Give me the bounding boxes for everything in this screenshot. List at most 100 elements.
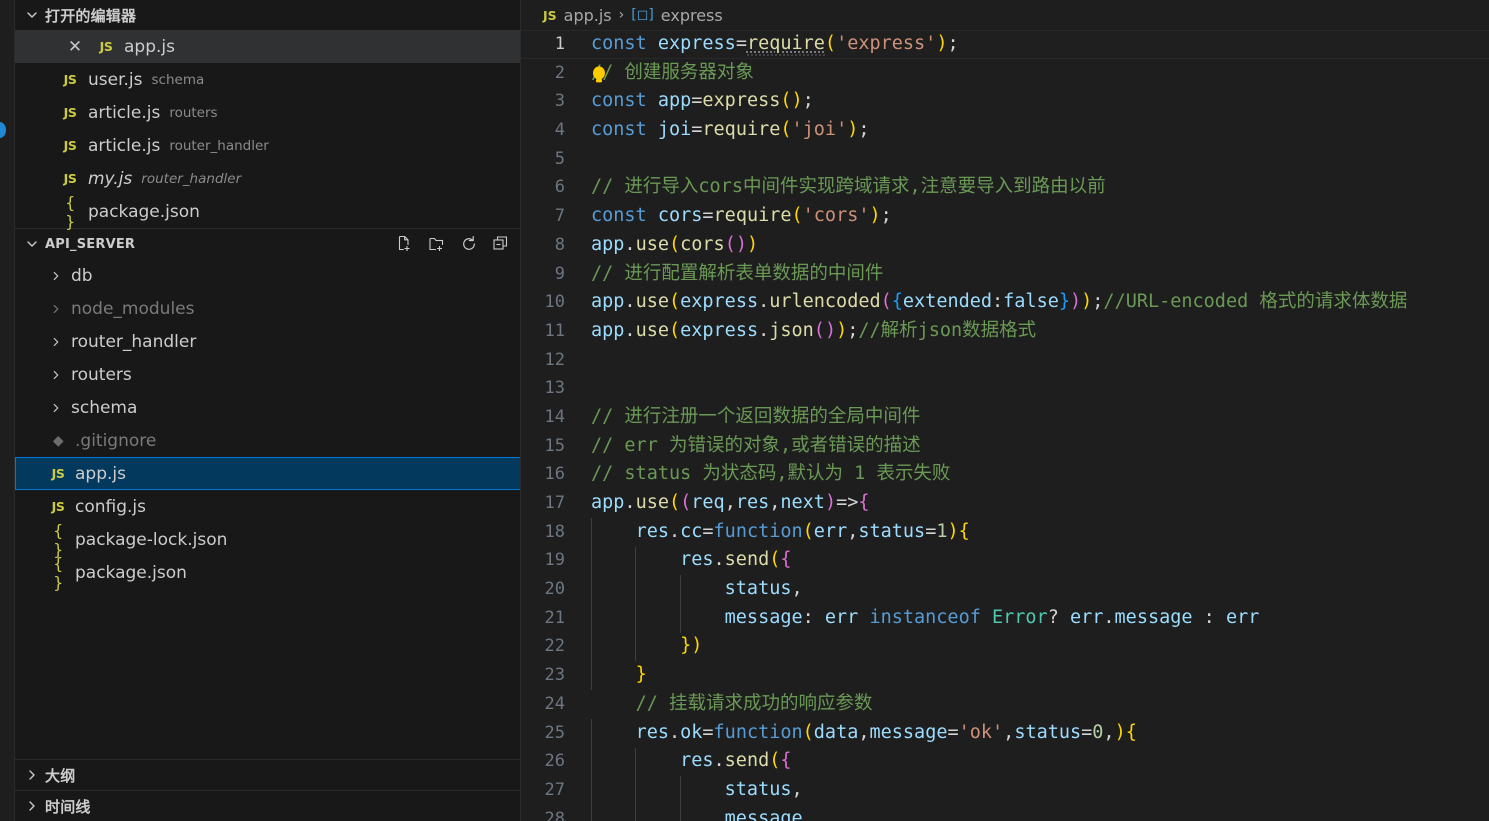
code-line[interactable]: 8 app.use(cors()) — [521, 231, 1489, 260]
section-时间线[interactable]: 时间线 — [15, 791, 520, 821]
code-line[interactable]: 15 // err 为错误的对象,或者错误的描述 — [521, 432, 1489, 461]
line-content: const express=require('express'); — [591, 33, 959, 56]
js-file-icon: JS — [543, 7, 557, 23]
line-number: 10 — [544, 292, 565, 313]
code-line[interactable]: 19 res.send({ — [521, 546, 1489, 575]
open-editor-item[interactable]: JS article.js router_handler — [15, 129, 520, 162]
new-file-icon[interactable] — [396, 235, 414, 253]
code-line[interactable]: 3 const app=express(); — [521, 87, 1489, 116]
line-number: 17 — [544, 493, 565, 513]
code-line[interactable]: 18 res.cc=function(err,status=1){ — [521, 518, 1489, 547]
line-number: 5 — [554, 148, 565, 169]
sidebar: 打开的编辑器 ✕ JS app.js JS user.js schema JS article… — [14, 0, 521, 821]
open-editor-item[interactable]: JS my.js router_handler — [15, 162, 520, 195]
code-line[interactable]: 12 — [521, 346, 1489, 375]
tree-item-package-lock-json[interactable]: { } package-lock.json — [15, 521, 520, 559]
code-line[interactable]: 13 — [521, 374, 1489, 403]
activity-bar[interactable] — [0, 0, 14, 821]
line-content: // 进行导入cors中间件实现跨域请求,注意要导入到路由以前 — [591, 176, 1106, 198]
chevron-right-icon[interactable] — [47, 269, 65, 283]
code-line[interactable]: 21 message: err instanceof Error? err.me… — [521, 604, 1489, 633]
tree-item-app-js[interactable]: JS app.js — [15, 457, 520, 490]
open-editors-title: 打开的编辑器 — [45, 6, 137, 25]
code-line[interactable]: 14 // 进行注册一个返回数据的全局中间件 — [521, 403, 1489, 432]
open-editor-name: my.js — [88, 168, 133, 189]
chevron-down-icon[interactable] — [23, 235, 41, 253]
code-line[interactable]: 10 app.use(express.urlencoded({extended:f… — [521, 288, 1489, 317]
code-line[interactable]: 22 }) — [521, 632, 1489, 661]
code-line[interactable]: 4 const joi=require('joi'); — [521, 116, 1489, 145]
section-大纲[interactable]: 大纲 — [15, 760, 520, 790]
explorer-actions — [396, 229, 510, 259]
tree-item-label: router_handler — [71, 331, 197, 352]
tree-item-label: app.js — [75, 463, 126, 484]
open-editor-item[interactable]: { } package.json — [15, 193, 520, 231]
tree-item-label: package-lock.json — [75, 529, 228, 550]
indent-guide — [679, 575, 681, 633]
chevron-right-icon[interactable] — [23, 766, 41, 784]
breadcrumb-file[interactable]: app.js — [564, 6, 612, 25]
open-editor-item[interactable]: JS article.js routers — [15, 96, 520, 129]
open-editor-item[interactable]: JS user.js schema — [15, 63, 520, 96]
code-line[interactable]: 27 status, — [521, 776, 1489, 805]
tree-item-label: routers — [71, 364, 132, 385]
sidebar-bottom-sections: 大纲 时间线 — [15, 759, 520, 821]
chevron-right-icon[interactable] — [47, 401, 65, 415]
line-content: // 创建服务器对象 — [591, 61, 754, 83]
tree-item-routers[interactable]: routers — [15, 358, 520, 391]
new-folder-icon[interactable] — [428, 235, 446, 253]
code-line[interactable]: 11 app.use(express.json());//解析json数据格式 — [521, 317, 1489, 346]
chevron-down-icon[interactable] — [23, 6, 41, 24]
line-content: const cors=require('cors'); — [591, 205, 892, 227]
line-number: 25 — [544, 722, 565, 743]
code-line[interactable]: 28 message, — [521, 805, 1489, 821]
code-line[interactable]: 1 const express=require('express'); — [521, 30, 1489, 59]
line-number: 19 — [544, 550, 565, 571]
line-content: app.use(cors()) — [591, 233, 759, 255]
json-file-icon: { } — [53, 553, 63, 592]
code-line[interactable]: 17 app.use((req,res,next)=>{ — [521, 489, 1489, 518]
explorer-header[interactable]: API_SERVER — [15, 229, 520, 259]
line-number: 22 — [544, 636, 565, 657]
tree-item--gitignore[interactable]: ◆ .gitignore — [15, 424, 520, 457]
code-line[interactable]: 5 — [521, 145, 1489, 174]
tree-item-db[interactable]: db — [15, 259, 520, 292]
chevron-right-icon[interactable] — [47, 335, 65, 349]
open-editor-item[interactable]: ✕ JS app.js — [15, 30, 520, 63]
code-line[interactable]: 16 // status 为状态码,默认为 1 表示失败 — [521, 460, 1489, 489]
tree-item-config-js[interactable]: JS config.js — [15, 490, 520, 523]
code-line[interactable]: 7 const cors=require('cors'); — [521, 202, 1489, 231]
code-line[interactable]: 26 res.send({ — [521, 747, 1489, 776]
breadcrumb[interactable]: JS app.js › [◻] express — [521, 0, 1489, 30]
line-content: app.use((req,res,next)=>{ — [591, 492, 870, 513]
line-number: 2 — [554, 62, 565, 83]
line-number: 6 — [554, 177, 565, 198]
tree-item-router-handler[interactable]: router_handler — [15, 325, 520, 358]
tree-item-schema[interactable]: schema — [15, 391, 520, 424]
line-content: }) — [680, 635, 703, 657]
code-line[interactable]: 9 // 进行配置解析表单数据的中间件 — [521, 260, 1489, 289]
chevron-right-icon[interactable] — [47, 368, 65, 382]
open-editors-header[interactable]: 打开的编辑器 — [15, 0, 520, 30]
refresh-icon[interactable] — [460, 235, 478, 253]
line-number: 21 — [544, 607, 565, 628]
code-line[interactable]: 20 status, — [521, 575, 1489, 604]
code-line[interactable]: 2 // 创建服务器对象 — [521, 59, 1489, 88]
code-editor[interactable]: 1 const express=require('express'); 2 // 创建… — [521, 30, 1489, 821]
chevron-right-icon[interactable] — [47, 302, 65, 316]
code-line[interactable]: 24 // 挂载请求成功的响应参数 — [521, 690, 1489, 719]
open-editor-name: app.js — [124, 36, 175, 57]
tree-item-package-json[interactable]: { } package.json — [15, 553, 520, 592]
open-editor-desc: schema — [151, 71, 205, 88]
breadcrumb-symbol[interactable]: express — [661, 6, 723, 25]
tree-item-node-modules[interactable]: node_modules — [15, 292, 520, 325]
line-number: 20 — [544, 579, 565, 600]
code-line[interactable]: 23 } — [521, 661, 1489, 690]
line-number: 13 — [544, 378, 565, 399]
chevron-right-icon[interactable] — [23, 797, 41, 815]
line-content: } — [635, 664, 647, 686]
close-icon[interactable]: ✕ — [65, 30, 85, 63]
code-line[interactable]: 25 res.ok=function(data,message='ok',sta… — [521, 719, 1489, 748]
collapse-all-icon[interactable] — [492, 235, 510, 253]
code-line[interactable]: 6 // 进行导入cors中间件实现跨域请求,注意要导入到路由以前 — [521, 173, 1489, 202]
